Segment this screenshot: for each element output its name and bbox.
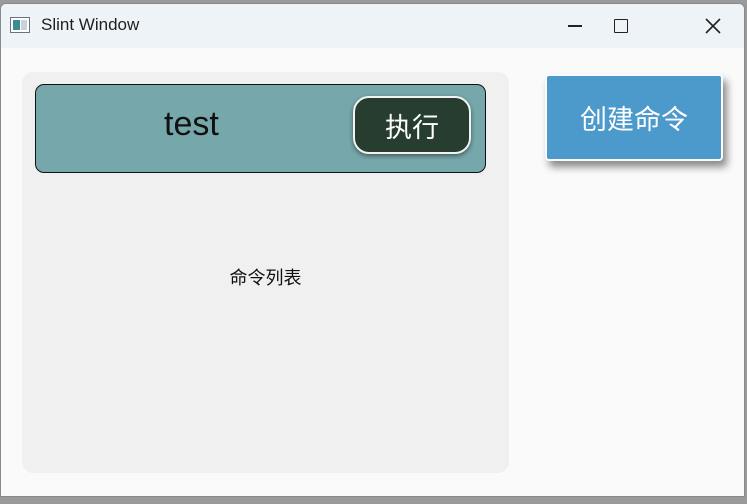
command-name: test: [164, 105, 219, 143]
maximize-icon: [614, 19, 628, 33]
app-window: Slint Window test 执行 命令列表 创建命令: [0, 3, 745, 497]
close-icon: [705, 18, 721, 34]
command-list-panel: test 执行 命令列表: [22, 72, 509, 473]
command-list-label: 命令列表: [229, 268, 302, 289]
title-bar[interactable]: Slint Window: [1, 4, 744, 48]
minimize-button[interactable]: [552, 4, 598, 48]
create-command-button[interactable]: 创建命令: [545, 74, 723, 161]
window-title: Slint Window: [41, 15, 140, 34]
command-item: test 执行: [35, 84, 486, 173]
maximize-button[interactable]: [598, 4, 644, 48]
minimize-icon: [568, 25, 582, 27]
app-icon: [10, 17, 30, 33]
execute-button[interactable]: 执行: [353, 96, 471, 154]
close-button[interactable]: [690, 4, 736, 48]
